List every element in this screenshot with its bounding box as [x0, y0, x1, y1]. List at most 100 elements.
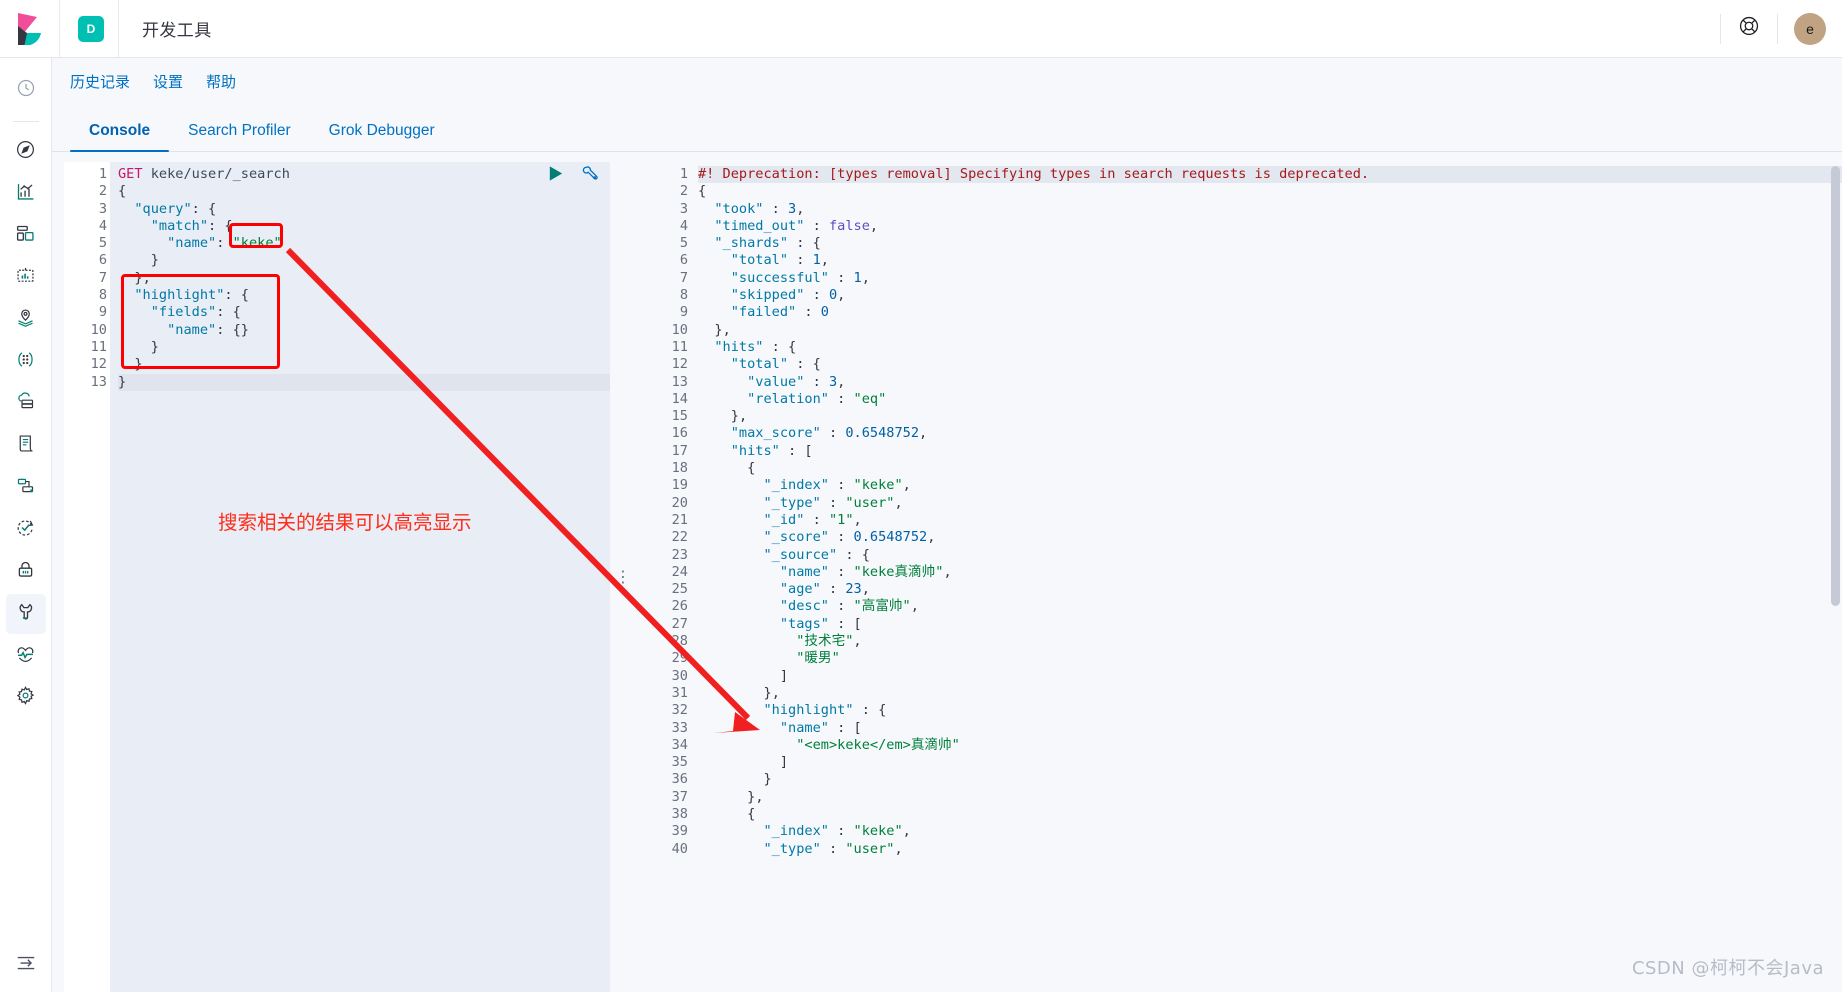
sidebar-item-dashboard[interactable] [6, 216, 46, 256]
sidebar-item-management[interactable] [6, 678, 46, 718]
editor-line-numbers: 12▾3▾4▾56▴7▴8▾9▾1011▴12▴13▴ [64, 162, 119, 992]
heartbeat-icon [15, 643, 36, 669]
request-editor[interactable]: 12▾3▾4▾56▴7▴8▾9▾1011▴12▴13▴ GET keke/use… [64, 162, 610, 992]
code-line: "max_score" : 0.6548752, [730, 425, 928, 442]
compass-icon [15, 139, 36, 165]
avatar: e [1794, 12, 1826, 45]
sidebar-item-visualize[interactable] [6, 174, 46, 214]
help-button[interactable] [1721, 0, 1777, 57]
dev-tools-submenu: 历史记录 设置 帮助 [52, 58, 1842, 104]
header-actions: e [1720, 0, 1842, 57]
code-line: { [698, 183, 707, 200]
code-line: "name": "keke" [167, 235, 282, 252]
line-number: 40 [671, 840, 688, 857]
sidebar-item-canvas[interactable] [6, 258, 46, 298]
sidebar-item-logs[interactable] [6, 426, 46, 466]
line-number: 5▾ [679, 235, 688, 252]
line-number: 34 [671, 736, 688, 753]
sidebar-item-machine-learning[interactable] [6, 342, 46, 382]
line-number: 6 [679, 252, 688, 269]
line-number: 25 [671, 581, 688, 598]
line-number: 4 [679, 217, 688, 234]
line-number: 3 [679, 200, 688, 217]
submenu-settings[interactable]: 设置 [153, 71, 183, 92]
line-number: 3▾ [98, 200, 119, 217]
line-number: 9 [679, 304, 688, 321]
line-number: 6▴ [98, 252, 119, 269]
tab-search-profiler[interactable]: Search Profiler [169, 122, 310, 151]
sidebar-item-recently-viewed[interactable] [6, 70, 46, 110]
line-number: 16 [671, 425, 688, 442]
sidebar-item-uptime[interactable] [6, 510, 46, 550]
sidebar-item-discover[interactable] [6, 132, 46, 172]
apm-flow-icon [15, 475, 36, 501]
play-triangle-icon[interactable] [546, 164, 565, 188]
primary-nav-rail [0, 58, 52, 992]
wrench-icon [15, 601, 36, 627]
user-menu-button[interactable]: e [1778, 0, 1842, 57]
code-line: "successful" : 1, [730, 269, 870, 286]
line-number: 19 [671, 477, 688, 494]
tab-console[interactable]: Console [70, 122, 170, 152]
line-number: 12▾ [671, 356, 688, 373]
line-number: 31▴ [671, 684, 688, 701]
code-line: "<em>keke</em>真滴帅" [796, 736, 960, 753]
code-line: "_index" : "keke", [763, 823, 911, 840]
output-scrollbar-thumb[interactable] [1831, 166, 1840, 606]
line-number: 33▾ [671, 719, 688, 736]
line-number: 21 [671, 511, 688, 528]
code-line: "query": { [134, 200, 217, 217]
line-number: 2▾ [679, 183, 688, 200]
kibana-logo-button[interactable] [0, 0, 60, 57]
lock-icon [15, 559, 36, 585]
output-scrollbar[interactable] [1830, 166, 1840, 986]
console-panel: 12▾3▾4▾56▴7▴8▾9▾1011▴12▴13▴ GET keke/use… [52, 152, 1842, 992]
sidebar-item-monitoring[interactable] [6, 636, 46, 676]
line-number: 28 [671, 633, 688, 650]
line-number: 30▴ [671, 667, 688, 684]
sidebar-item-apm[interactable] [6, 468, 46, 508]
dashboard-icon [15, 223, 36, 249]
sidebar-item-maps[interactable] [6, 300, 46, 340]
tab-grok-debugger[interactable]: Grok Debugger [310, 122, 454, 151]
space-selector[interactable]: D [60, 0, 119, 57]
pane-splitter[interactable]: ⋮ [610, 162, 636, 992]
code-line: "name": {} [167, 321, 249, 338]
uptime-check-icon [15, 517, 36, 543]
code-line: "age" : 23, [779, 581, 870, 598]
code-line: #! Deprecation: [types removal] Specifyi… [698, 166, 1842, 184]
sidebar-item-siem[interactable] [6, 552, 46, 592]
code-line: "_index" : "keke", [763, 477, 911, 494]
code-line: "timed_out" : false, [714, 217, 879, 234]
code-line: GET keke/user/_search [118, 166, 290, 182]
sidebar-item-infrastructure[interactable] [6, 384, 46, 424]
code-line: "tags" : [ [779, 615, 862, 632]
collapse-nav-button[interactable] [8, 948, 44, 982]
line-number: 8 [679, 287, 688, 304]
line-number: 14 [671, 390, 688, 407]
code-line: { [747, 460, 756, 477]
response-output[interactable]: 12▾345▾678910▴11▾12▾131415▴1617▾18▾19202… [636, 162, 1842, 992]
sidebar-item-dev-tools[interactable] [5, 594, 46, 634]
code-line: "value" : 3, [747, 373, 846, 390]
code-line: "failed" : 0 [730, 304, 829, 321]
line-number: 1 [679, 166, 688, 182]
submenu-history[interactable]: 历史记录 [70, 71, 130, 92]
wrench-icon[interactable] [581, 164, 600, 188]
code-line: }, [134, 269, 151, 286]
code-line: }, [714, 321, 731, 338]
line-number: 35▴ [671, 754, 688, 771]
line-number: 8▾ [98, 287, 119, 304]
map-pin-layers-icon [15, 307, 36, 333]
code-line: }, [730, 408, 748, 425]
rail-divider [12, 121, 39, 122]
line-number: 37▴ [671, 788, 688, 805]
line-number: 9▾ [98, 304, 119, 321]
line-number: 20 [671, 494, 688, 511]
line-number: 15▴ [671, 408, 688, 425]
editor-code-area[interactable]: GET keke/user/_search{ "query": { "match… [110, 162, 610, 992]
line-number: 38▾ [671, 805, 688, 822]
ml-nodes-icon [15, 349, 36, 375]
submenu-help[interactable]: 帮助 [206, 71, 236, 92]
code-line: "技术宅", [796, 633, 862, 650]
